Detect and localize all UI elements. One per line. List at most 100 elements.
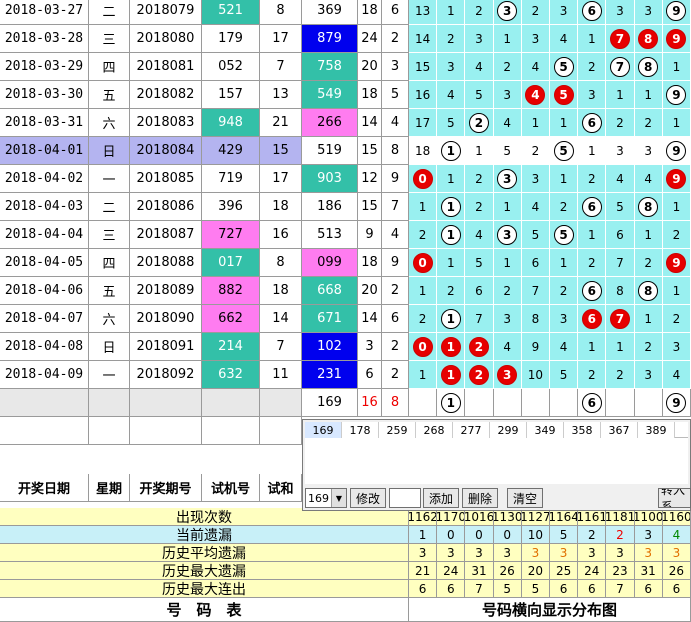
header-week[interactable]: 星期: [89, 474, 130, 502]
row-issue-cell: 2018083: [130, 109, 202, 137]
row-sum-cell: 13: [260, 81, 302, 109]
row-sum-cell: 21: [260, 109, 302, 137]
dist-value: 4: [446, 87, 455, 102]
dist-value: 4: [644, 171, 652, 186]
row-s-cell: 3: [358, 333, 382, 361]
number-tab[interactable]: 169: [305, 422, 342, 438]
dist-value: 10: [527, 367, 544, 382]
dist-cell: 5: [521, 221, 550, 249]
stats-label: 当前遗漏: [0, 526, 409, 544]
number-ball: 6: [581, 196, 602, 217]
dist-cell: 5: [550, 361, 579, 389]
header-issue[interactable]: 开奖期号: [130, 474, 202, 502]
row-s-cell: 18: [358, 81, 382, 109]
stats-value: 6: [550, 580, 579, 598]
number-tab[interactable]: 277: [453, 422, 490, 438]
clear-button[interactable]: 清空: [507, 488, 543, 508]
row-s-cell: 20: [358, 53, 382, 81]
row-draw-cell: 186: [302, 193, 358, 221]
header-sum[interactable]: 试和: [260, 474, 302, 502]
dist-value: 4: [616, 171, 624, 186]
dist-value: 1: [475, 143, 483, 158]
delete-button[interactable]: 删除: [462, 488, 498, 508]
number-select-value: 169: [308, 491, 329, 505]
dist-cell: 8: [521, 305, 550, 333]
dist-cell: 4: [465, 53, 494, 81]
dist-cell: 4: [550, 25, 579, 53]
dist-cell: 2: [465, 109, 494, 137]
header-date[interactable]: 开奖日期: [0, 474, 89, 502]
row-k-cell: 4: [382, 221, 409, 249]
dist-cell: 3: [578, 81, 607, 109]
dist-value: 2: [418, 311, 427, 326]
dist-cell: 1: [606, 333, 635, 361]
number-tab[interactable]: 268: [416, 422, 453, 438]
pred-issue-cell: [130, 389, 202, 417]
dist-value: 2: [475, 3, 483, 18]
number-ball: 1: [440, 308, 461, 329]
number-ball: 1: [440, 364, 461, 385]
dist-value: 1: [531, 115, 540, 130]
row-test-cell: 882: [202, 277, 260, 305]
pred-dist-cell: 9: [662, 389, 691, 417]
number-tab[interactable]: 178: [342, 422, 379, 438]
import-button[interactable]: 转入系: [658, 488, 691, 508]
dist-value: 1: [587, 143, 596, 158]
dist-cell: 1: [634, 221, 663, 249]
row-week-cell: 五: [89, 277, 130, 305]
number-ball: 1: [440, 140, 461, 161]
number-ball: 3: [497, 168, 518, 189]
stats-value: 25: [550, 562, 579, 580]
dist-cell: 5: [550, 81, 579, 109]
row-test-cell: 157: [202, 81, 260, 109]
number-tab[interactable]: 349: [527, 422, 564, 438]
dist-cell: 6: [521, 249, 550, 277]
dist-value: 3: [644, 3, 652, 18]
number-input[interactable]: [389, 488, 421, 508]
dist-value: 5: [559, 367, 568, 382]
dist-value: 2: [587, 255, 596, 270]
dist-value: 3: [531, 171, 540, 186]
header-test[interactable]: 试机号: [202, 474, 260, 502]
pred-dist-cell: [550, 389, 579, 417]
dist-cell: 4: [634, 165, 663, 193]
number-table-label: 号 码 表: [0, 598, 409, 622]
modify-button[interactable]: 修改: [350, 488, 386, 508]
row-week-cell: 三: [89, 221, 130, 249]
chevron-down-icon[interactable]: ▼: [331, 489, 346, 507]
dist-value: 13: [414, 3, 431, 18]
dist-cell: 5: [437, 109, 466, 137]
number-tab[interactable]: 389: [638, 422, 675, 438]
row-test-cell: 521: [202, 0, 260, 25]
dist-cell: 1: [465, 137, 494, 165]
row-test-cell: 214: [202, 333, 260, 361]
dist-value: 3: [531, 31, 540, 46]
row-k-cell: 5: [382, 81, 409, 109]
dist-value: 1: [559, 255, 568, 270]
number-tab[interactable]: 358: [564, 422, 601, 438]
dist-value: 4: [503, 339, 511, 354]
dist-cell: 1: [437, 221, 466, 249]
row-date-cell: 2018-04-05: [0, 249, 89, 277]
stats-value: 31: [634, 562, 663, 580]
row-sum-cell: 7: [260, 333, 302, 361]
row-test-cell: 662: [202, 305, 260, 333]
dist-cell: 1: [409, 193, 438, 221]
number-select[interactable]: 169 ▼: [305, 488, 347, 508]
dist-value: 1: [418, 367, 427, 382]
dist-value: 2: [672, 227, 681, 242]
dist-cell: 9: [662, 81, 691, 109]
dist-value: 4: [559, 31, 568, 46]
dist-value: 2: [503, 59, 511, 74]
number-tab[interactable]: 367: [601, 422, 638, 438]
dist-cell: 1: [662, 193, 691, 221]
add-button[interactable]: 添加: [423, 488, 459, 508]
number-tab[interactable]: 299: [490, 422, 527, 438]
stats-value: 26: [493, 562, 522, 580]
number-tab[interactable]: 259: [379, 422, 416, 438]
number-ball: 9: [666, 140, 687, 161]
dist-cell: 1: [409, 361, 438, 389]
dist-cell: 16: [409, 81, 438, 109]
dist-cell: 5: [493, 137, 522, 165]
row-issue-cell: 2018081: [130, 53, 202, 81]
